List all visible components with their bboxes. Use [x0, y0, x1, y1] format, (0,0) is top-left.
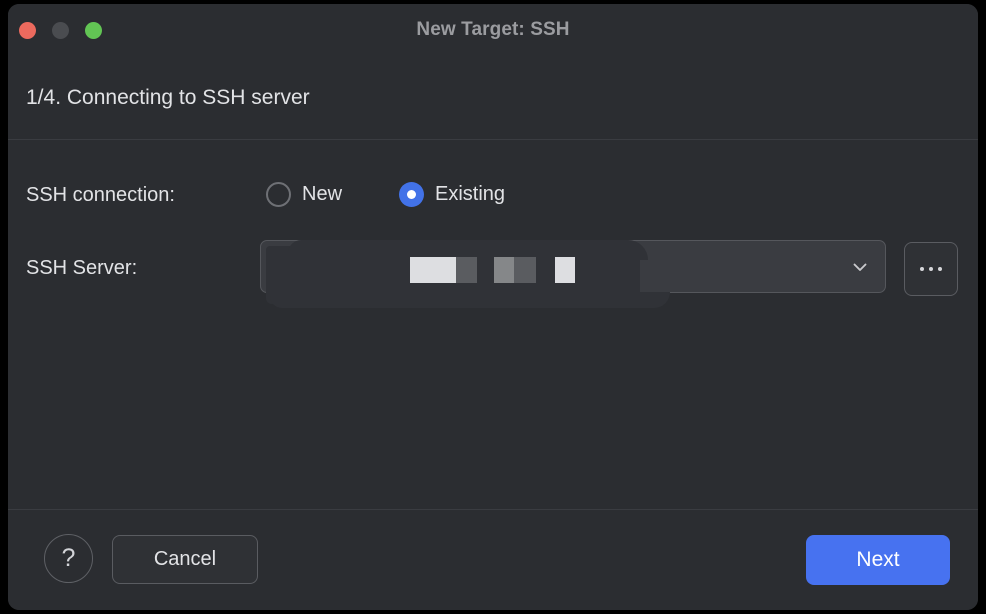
- form-area: SSH connection: New Existing SSH Server:…: [8, 140, 978, 509]
- ellipsis-icon: [929, 267, 933, 271]
- step-header: 1/4. Connecting to SSH server: [8, 56, 978, 139]
- help-button[interactable]: ?: [44, 534, 93, 583]
- step-title: 1/4. Connecting to SSH server: [26, 86, 310, 110]
- radio-unselected-icon: [266, 182, 291, 207]
- next-button[interactable]: Next: [806, 535, 950, 585]
- ssh-connection-radio-group: New Existing: [266, 182, 505, 207]
- ssh-connection-label: SSH connection:: [26, 184, 175, 207]
- ellipsis-icon: [920, 267, 924, 271]
- cancel-button[interactable]: Cancel: [112, 535, 258, 584]
- radio-option-new[interactable]: New: [266, 182, 342, 207]
- ssh-server-value: sword: [279, 241, 829, 292]
- ssh-connection-row: SSH connection: New Existing: [8, 172, 978, 220]
- ssh-server-row: SSH Server: sword: [8, 240, 978, 310]
- radio-selected-icon: [399, 182, 424, 207]
- radio-option-new-label: New: [302, 183, 342, 206]
- title-bar: New Target: SSH: [8, 4, 978, 56]
- chevron-down-icon[interactable]: [849, 256, 871, 278]
- browse-ssh-server-button[interactable]: [904, 242, 958, 296]
- window-title: New Target: SSH: [8, 4, 978, 56]
- footer-bar: ? Cancel Next: [8, 510, 978, 610]
- radio-option-existing[interactable]: Existing: [399, 182, 505, 207]
- ssh-server-label: SSH Server:: [26, 257, 137, 280]
- radio-option-existing-label: Existing: [435, 183, 505, 206]
- ellipsis-icon: [938, 267, 942, 271]
- dialog-window: New Target: SSH 1/4. Connecting to SSH s…: [8, 4, 978, 610]
- ssh-server-combobox[interactable]: sword: [260, 240, 886, 293]
